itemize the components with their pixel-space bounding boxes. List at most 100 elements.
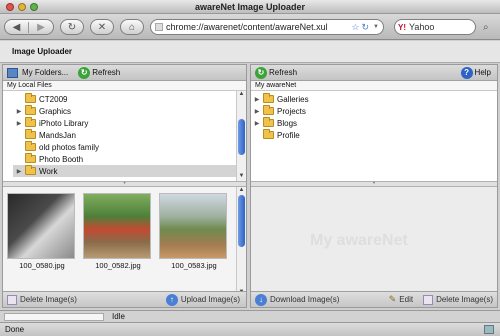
awarenet-delete-images-button[interactable]: Delete Image(s) (423, 294, 493, 305)
help-icon: ? (460, 66, 473, 79)
bookmark-star-icon[interactable]: ☆ (351, 22, 359, 33)
local-folder-tree[interactable]: CT2009 ▶ Graphics ▶ iPhoto Library MandsJan ol… (3, 91, 246, 181)
folder-label: CT2009 (39, 94, 68, 104)
folder-tree-item[interactable]: ▶ iPhoto Library (13, 117, 246, 129)
folder-tree-item[interactable]: ▶ Work (13, 165, 246, 177)
folders-icon (7, 67, 18, 78)
zoom-window-button[interactable] (30, 3, 38, 11)
yahoo-engine-icon[interactable]: Y! (398, 23, 406, 32)
scroll-up-icon[interactable]: ▲ (237, 187, 246, 195)
photo-filename: 100_0582.jpg (95, 261, 141, 270)
folder-tree-item[interactable]: Photo Booth (13, 153, 246, 165)
scroll-down-icon[interactable]: ▼ (237, 173, 246, 181)
folder-tree-item[interactable]: ▶ Projects (251, 105, 497, 117)
back-arrow-icon[interactable]: ◀ (5, 21, 30, 33)
folder-icon (25, 153, 36, 163)
photo-thumbnail[interactable] (7, 193, 75, 259)
scroll-thumb[interactable] (238, 119, 245, 155)
folder-icon (263, 93, 274, 103)
local-panel-footer: Delete Image(s) ↑ Upload Image(s) (3, 291, 246, 307)
photo-item[interactable]: 100_0580.jpg (7, 193, 77, 270)
search-bar[interactable]: Y! Yahoo (394, 19, 476, 35)
photo-thumbnail[interactable] (83, 193, 151, 259)
delete-images-icon (423, 294, 434, 305)
expand-arrow-icon[interactable]: ▶ (251, 108, 263, 115)
awarenet-tree-header: My awareNet (251, 81, 497, 91)
minimize-window-button[interactable] (18, 3, 26, 11)
download-images-button[interactable]: ↓ Download Image(s) (255, 293, 339, 306)
home-button[interactable]: ⌂ (120, 19, 144, 35)
photo-thumbnail[interactable] (159, 193, 227, 259)
folder-icon (25, 165, 36, 175)
folder-label: Galleries (277, 94, 309, 104)
photo-thumbnails: 100_0580.jpg 100_0582.jpg 100_0583.jpg ▲… (3, 187, 246, 297)
local-tree-scrollbar[interactable]: ▲ ▼ (236, 91, 246, 181)
page-icon (155, 23, 163, 31)
folder-icon (263, 105, 274, 115)
url-bar[interactable]: chrome://awarenet/content/awareNet.xul ☆… (150, 19, 384, 35)
expand-arrow-icon[interactable]: ▶ (13, 168, 25, 175)
thumbnails-scrollbar[interactable]: ▲ ▼ (236, 187, 246, 297)
upload-icon: ↑ (165, 293, 178, 306)
download-icon: ↓ (255, 293, 267, 306)
photo-item[interactable]: 100_0582.jpg (83, 193, 153, 270)
folder-label: Profile (277, 130, 300, 140)
awarenet-panel: ↻ Refresh ? Help My awareNet ▶ Galleries ▶… (250, 64, 498, 308)
upload-images-button[interactable]: ↑ Upload Image(s) (165, 293, 240, 306)
folder-tree-item[interactable]: CT2009 (13, 93, 246, 105)
folder-tree-item[interactable]: old photos family (13, 141, 246, 153)
folder-tree-item[interactable]: ▶ Galleries (251, 93, 497, 105)
folder-tree-item[interactable]: MandsJan (13, 129, 246, 141)
folder-label: Blogs (277, 118, 298, 128)
url-dropdown-icon[interactable]: ▼ (373, 24, 379, 30)
delete-images-icon (7, 294, 17, 305)
status-icon (484, 325, 494, 334)
delete-images-button[interactable]: Delete Image(s) (7, 294, 77, 305)
my-folders-button[interactable]: My Folders... (22, 68, 68, 77)
folder-label: Work (39, 166, 58, 176)
awarenet-panel-footer: ↓ Download Image(s) ✎ Edit Delete Image(… (251, 291, 497, 307)
folder-icon (25, 141, 36, 151)
local-tree-header: My Local Files (3, 81, 246, 91)
refresh-icon: ↻ (255, 66, 267, 79)
folder-tree-item[interactable]: ▶ Graphics (13, 105, 246, 117)
close-window-button[interactable] (6, 3, 14, 11)
scroll-thumb[interactable] (238, 195, 245, 247)
scroll-up-icon[interactable]: ▲ (237, 91, 246, 99)
expand-arrow-icon[interactable]: ▶ (13, 108, 25, 115)
upload-images-label: Upload Image(s) (180, 295, 240, 304)
local-files-panel: My Folders... ↻ Refresh My Local Files C… (2, 64, 247, 308)
local-refresh-button[interactable]: Refresh (92, 68, 120, 77)
forward-arrow-icon[interactable]: ▶ (29, 22, 53, 33)
folder-label: Projects (277, 106, 306, 116)
expand-arrow-icon[interactable]: ▶ (251, 120, 263, 127)
expand-arrow-icon[interactable]: ▶ (13, 120, 25, 127)
folder-tree-item[interactable]: ▶ Blogs (251, 117, 497, 129)
go-icon[interactable]: ↻ (362, 22, 370, 33)
folder-tree-item[interactable]: Profile (251, 129, 497, 141)
progress-bar (4, 312, 104, 321)
folder-label: Graphics (39, 106, 72, 116)
awarenet-panel-toolbar: ↻ Refresh ? Help (251, 65, 497, 81)
awarenet-refresh-button[interactable]: Refresh (269, 68, 297, 77)
done-text: Done (5, 325, 25, 334)
search-engine-label: Yahoo (409, 22, 435, 32)
folder-label: Photo Booth (39, 154, 84, 164)
url-text: chrome://awarenet/content/awareNet.xul (166, 22, 328, 32)
local-panel-toolbar: My Folders... ↻ Refresh (3, 65, 246, 81)
awarenet-watermark: My awareNet (310, 232, 408, 249)
photo-filename: 100_0580.jpg (19, 261, 65, 270)
folder-icon (25, 105, 36, 115)
title-bar: awareNet Image Uploader (0, 0, 500, 14)
reload-button[interactable]: ↻ (60, 19, 84, 35)
delete-images-label: Delete Image(s) (20, 295, 77, 304)
stop-button[interactable]: ✕ (90, 19, 114, 35)
window-title: awareNet Image Uploader (194, 2, 306, 12)
edit-button[interactable]: ✎ Edit (389, 294, 413, 305)
photo-item[interactable]: 100_0583.jpg (159, 193, 229, 270)
expand-arrow-icon[interactable]: ▶ (251, 96, 263, 103)
search-icon[interactable]: ⌕ (483, 22, 489, 33)
awarenet-folder-tree[interactable]: ▶ Galleries ▶ Projects ▶ Blogs Profile (251, 91, 497, 181)
refresh-icon: ↻ (78, 66, 91, 79)
help-button[interactable]: Help (475, 68, 491, 77)
